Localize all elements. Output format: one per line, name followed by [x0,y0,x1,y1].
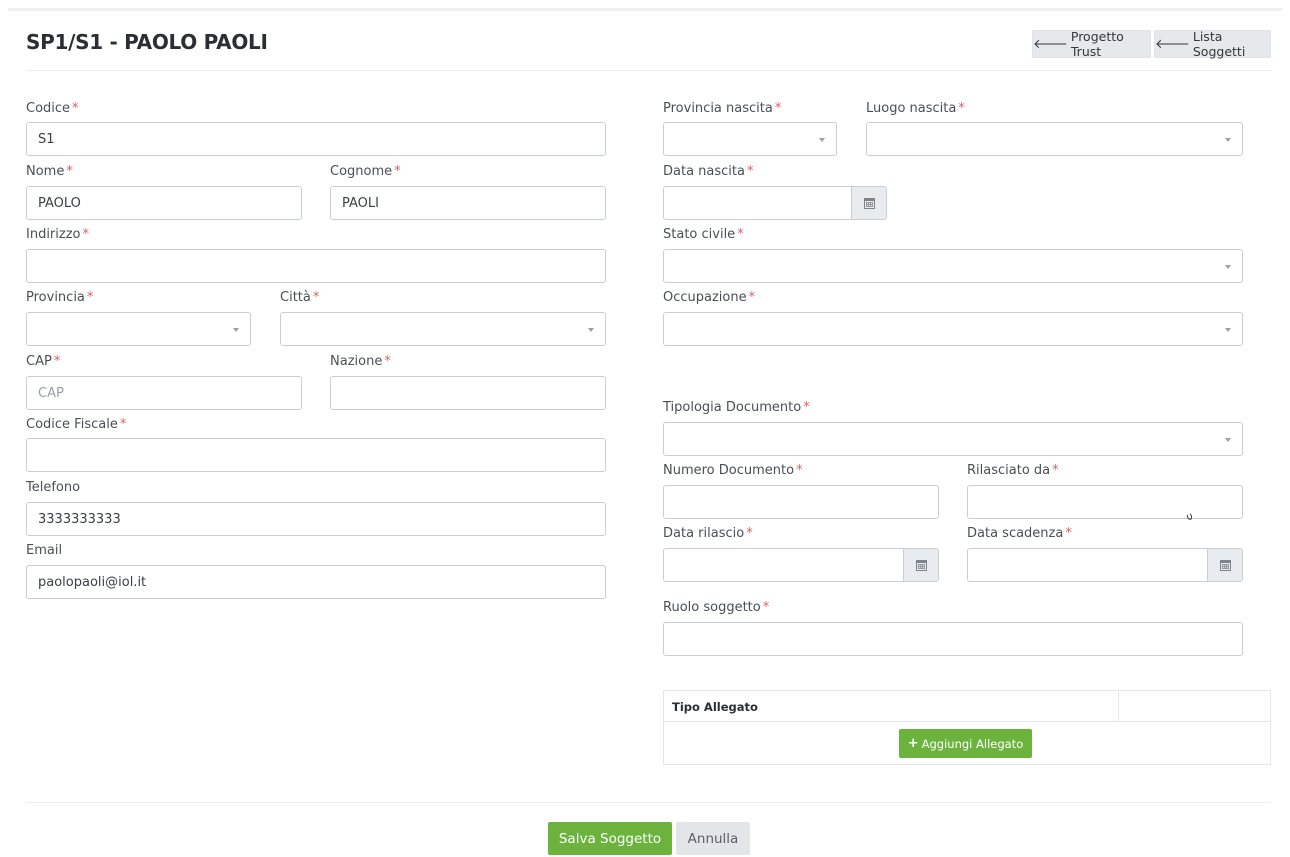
tipologia-documento-label: Tipologia Documento * [663,400,810,415]
rilasciato-da-input[interactable] [967,485,1243,519]
numero-documento-label: Numero Documento * [663,463,803,478]
calendar-icon [915,559,927,571]
lista-soggetti-button[interactable]: 🡐 Lista Soggetti [1154,29,1271,59]
stato-civile-label: Stato civile * [663,227,744,242]
nazione-label: Nazione * [330,354,391,369]
header-divider [26,70,1271,71]
ruolo-soggetto-label: Ruolo soggetto * [663,600,770,615]
table-header-row: Tipo Allegato [664,691,1270,722]
provincia-select[interactable] [26,312,251,346]
telefono-input[interactable]: 3333333333 [26,502,606,536]
allegati-table: Tipo Allegato + Aggiungi Allegato [663,690,1271,765]
citta-select[interactable] [280,312,606,346]
codice-input[interactable]: S1 [26,122,606,156]
footer-divider [26,802,1271,803]
cognome-input[interactable]: PAOLI [330,186,606,220]
annulla-button[interactable]: Annulla [676,822,750,855]
calendar-button[interactable] [851,186,887,220]
calendar-icon [863,197,875,209]
data-rilascio-input[interactable] [663,548,903,582]
codice-fiscale-input[interactable] [26,438,606,472]
numero-documento-input[interactable] [663,485,939,519]
provincia-label: Provincia * [26,290,94,305]
chevron-down-icon [588,328,594,332]
chevron-down-icon [819,138,825,142]
chevron-down-icon [1225,438,1231,442]
nazione-input[interactable] [330,376,606,410]
indirizzo-label: Indirizzo * [26,227,89,242]
calendar-button[interactable] [1207,548,1243,582]
telefono-label: Telefono [26,480,81,495]
data-nascita-picker[interactable] [663,186,887,220]
page-title: SP1/S1 - PAOLO PAOLI [26,30,268,54]
data-scadenza-label: Data scadenza * [967,526,1072,541]
indirizzo-input[interactable] [26,249,606,283]
luogo-nascita-label: Luogo nascita * [866,101,965,116]
ruolo-soggetto-input[interactable] [663,622,1243,656]
citta-label: Città * [280,290,320,305]
cap-label: CAP * [26,354,61,369]
data-scadenza-picker[interactable] [967,548,1243,582]
occupazione-select[interactable] [663,312,1243,346]
codice-label: Codice * [26,101,79,116]
calendar-icon [1219,559,1231,571]
data-scadenza-input[interactable] [967,548,1207,582]
plus-icon: + [907,736,919,751]
cognome-label: Cognome * [330,164,401,179]
cap-input[interactable]: CAP [26,376,302,410]
progetto-trust-button[interactable]: 🡐 Progetto Trust [1032,29,1151,59]
nome-label: Nome * [26,164,73,179]
lista-soggetti-label: Lista Soggetti [1192,29,1246,59]
chevron-down-icon [1225,138,1231,142]
rilasciato-da-label: Rilasciato da * [967,463,1059,478]
salva-soggetto-button[interactable]: Salva Soggetto [548,822,672,855]
codice-fiscale-label: Codice Fiscale * [26,417,127,432]
chevron-down-icon [233,328,239,332]
luogo-nascita-select[interactable] [866,122,1243,156]
nome-input[interactable]: PAOLO [26,186,302,220]
calendar-button[interactable] [903,548,939,582]
provincia-nascita-select[interactable] [663,122,837,156]
data-rilascio-label: Data rilascio * [663,526,753,541]
occupazione-label: Occupazione * [663,290,756,305]
data-nascita-label: Data nascita * [663,164,754,179]
email-label: Email [26,543,63,558]
provincia-nascita-label: Provincia nascita * [663,101,782,116]
arrow-left-icon: 🡐 [1155,37,1190,52]
chevron-down-icon [1225,265,1231,269]
data-rilascio-picker[interactable] [663,548,939,582]
data-nascita-input[interactable] [663,186,851,220]
aggiungi-allegato-button[interactable]: + Aggiungi Allegato [899,729,1032,758]
tipologia-documento-select[interactable] [663,422,1243,456]
arrow-left-icon: 🡐 [1033,37,1068,52]
chevron-down-icon [1225,328,1231,332]
email-input[interactable]: paolopaoli@iol.it [26,565,606,599]
progetto-trust-label: Progetto Trust [1070,29,1124,59]
tipo-allegato-header: Tipo Allegato [664,691,1119,722]
aggiungi-allegato-label: Aggiungi Allegato [921,736,1024,751]
stato-civile-select[interactable] [663,249,1243,283]
